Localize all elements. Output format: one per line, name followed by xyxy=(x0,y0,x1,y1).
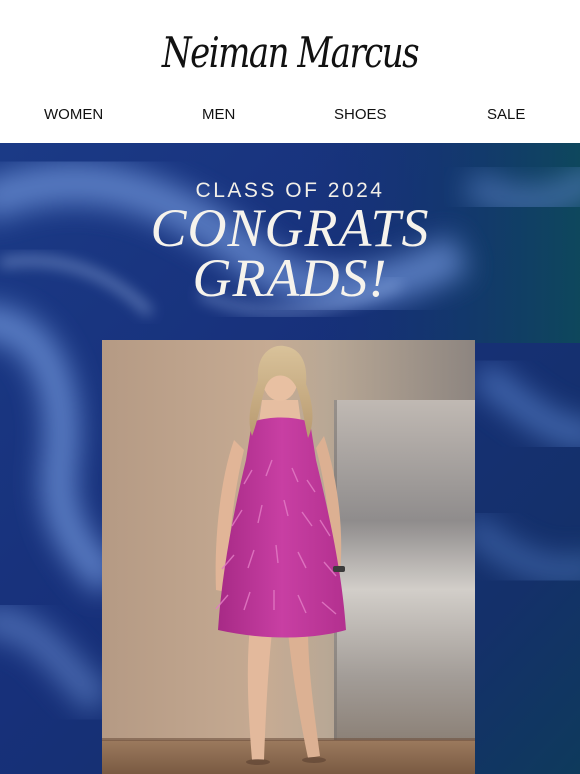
hero-headline-line2: GRADS! xyxy=(192,248,388,308)
model-photo-illustration xyxy=(102,340,475,774)
nav-item-men[interactable]: MEN xyxy=(202,106,235,123)
nav-item-shoes[interactable]: SHOES xyxy=(334,106,387,123)
nav-item-sale[interactable]: SALE xyxy=(487,106,525,123)
nav-item-women[interactable]: WOMEN xyxy=(44,106,103,123)
main-nav: WOMEN MEN SHOES SALE xyxy=(0,106,580,128)
hero-photo[interactable] xyxy=(102,340,475,774)
email-header: Neiman Marcus WOMEN MEN SHOES SALE xyxy=(0,0,580,143)
hero-headline: CONGRATS GRADS! xyxy=(0,198,580,308)
brand-logo[interactable]: Neiman Marcus xyxy=(0,28,580,78)
hero-banner[interactable]: CLASS OF 2024 CONGRATS GRADS! xyxy=(0,143,580,774)
hero-headline-line1: CONGRATS xyxy=(150,198,430,258)
email-page: Neiman Marcus WOMEN MEN SHOES SALE CLASS… xyxy=(0,0,580,774)
